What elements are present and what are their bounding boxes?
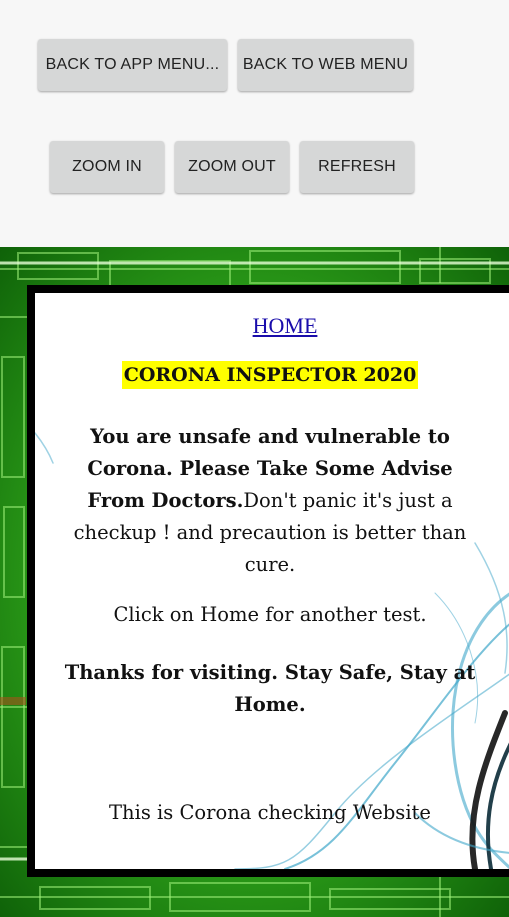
footer-text: This is Corona checking Website [109,801,431,824]
retry-instruction: Click on Home for another test. [113,603,427,626]
title-row: CORONA INSPECTOR 2020 [35,361,505,389]
app-toolbar: BACK TO APP MENU... BACK TO WEB MENU ZOO… [0,0,509,247]
thanks-message: Thanks for visiting. Stay Safe, Stay at … [64,661,476,716]
refresh-button[interactable]: REFRESH [300,141,414,193]
back-to-web-menu-button[interactable]: BACK TO WEB MENU [238,39,413,91]
webview[interactable]: HOME CORONA INSPECTOR 2020 You are unsaf… [0,247,509,917]
zoom-out-button[interactable]: ZOOM OUT [175,141,289,193]
home-link[interactable]: HOME [35,313,509,339]
result-panel: HOME CORONA INSPECTOR 2020 You are unsaf… [27,285,509,877]
page-title: CORONA INSPECTOR 2020 [121,361,419,389]
back-to-app-menu-button[interactable]: BACK TO APP MENU... [38,39,227,91]
zoom-in-button[interactable]: ZOOM IN [50,141,164,193]
result-message: You are unsafe and vulnerable to Corona.… [65,421,475,581]
